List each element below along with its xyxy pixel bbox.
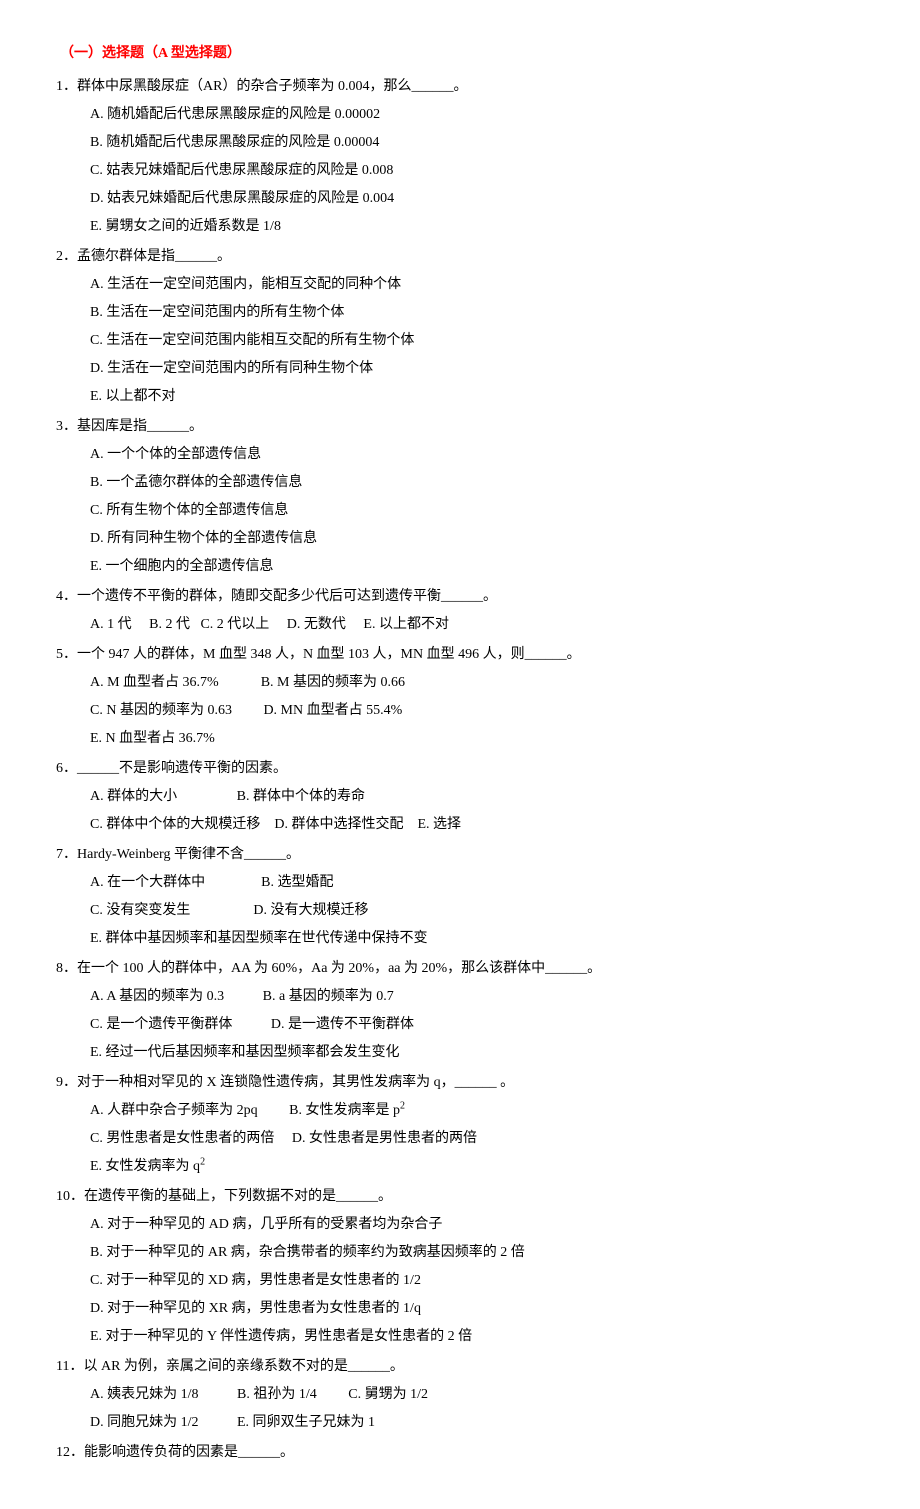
option: A. 一个个体的全部遗传信息	[90, 441, 870, 469]
option: D. 生活在一定空间范围内的所有同种生物个体	[90, 355, 870, 383]
question: 12．能影响遗传负荷的因素是______。	[50, 1439, 870, 1467]
question-stem: 3．基因库是指______。	[50, 413, 870, 441]
option: A. 对于一种罕见的 AD 病，几乎所有的受累者均为杂合子	[90, 1211, 870, 1239]
question-stem: 6．______不是影响遗传平衡的因素。	[50, 755, 870, 783]
question: 1．群体中尿黑酸尿症（AR）的杂合子频率为 0.004，那么______。A. …	[50, 73, 870, 241]
question: 8．在一个 100 人的群体中，AA 为 60%，Aa 为 20%，aa 为 2…	[50, 955, 870, 1067]
question-stem: 9．对于一种相对罕见的 X 连锁隐性遗传病，其男性发病率为 q，______ 。	[50, 1069, 870, 1097]
option: B. 随机婚配后代患尿黑酸尿症的风险是 0.00004	[90, 129, 870, 157]
question-stem: 12．能影响遗传负荷的因素是______。	[50, 1439, 870, 1467]
question-options: A. 生活在一定空间范围内，能相互交配的同种个体B. 生活在一定空间范围内的所有…	[50, 271, 870, 411]
option: A. 生活在一定空间范围内，能相互交配的同种个体	[90, 271, 870, 299]
question-stem: 8．在一个 100 人的群体中，AA 为 60%，Aa 为 20%，aa 为 2…	[50, 955, 870, 983]
option: B. 生活在一定空间范围内的所有生物个体	[90, 299, 870, 327]
question: 9．对于一种相对罕见的 X 连锁隐性遗传病，其男性发病率为 q，______ 。…	[50, 1069, 870, 1181]
question: 2．孟德尔群体是指______。A. 生活在一定空间范围内，能相互交配的同种个体…	[50, 243, 870, 411]
option: E. 舅甥女之间的近婚系数是 1/8	[90, 213, 870, 241]
question: 10．在遗传平衡的基础上，下列数据不对的是______。A. 对于一种罕见的 A…	[50, 1183, 870, 1351]
option-row: C. 是一个遗传平衡群体 D. 是一遗传不平衡群体	[90, 1011, 870, 1039]
question-options: A. 一个个体的全部遗传信息B. 一个孟德尔群体的全部遗传信息C. 所有生物个体…	[50, 441, 870, 581]
question-options: A. 1 代 B. 2 代 C. 2 代以上 D. 无数代 E. 以上都不对	[50, 611, 870, 639]
option: A. 随机婚配后代患尿黑酸尿症的风险是 0.00002	[90, 101, 870, 129]
option-row: A. 人群中杂合子频率为 2pq B. 女性发病率是 p2	[90, 1097, 870, 1125]
option: B. 对于一种罕见的 AR 病，杂合携带者的频率约为致病基因频率的 2 倍	[90, 1239, 870, 1267]
option: D. 对于一种罕见的 XR 病，男性患者为女性患者的 1/q	[90, 1295, 870, 1323]
option: D. 姑表兄妹婚配后代患尿黑酸尿症的风险是 0.004	[90, 185, 870, 213]
option-row: A. M 血型者占 36.7% B. M 基因的频率为 0.66	[90, 669, 870, 697]
option-row: E. N 血型者占 36.7%	[90, 725, 870, 753]
option-row: C. 男性患者是女性患者的两倍 D. 女性患者是男性患者的两倍	[90, 1125, 870, 1153]
question-stem: 2．孟德尔群体是指______。	[50, 243, 870, 271]
option-row: C. 群体中个体的大规模迁移 D. 群体中选择性交配 E. 选择	[90, 811, 870, 839]
question: 6．______不是影响遗传平衡的因素。A. 群体的大小 B. 群体中个体的寿命…	[50, 755, 870, 839]
question: 11．以 AR 为例，亲属之间的亲缘系数不对的是______。A. 姨表兄妹为 …	[50, 1353, 870, 1437]
option: E. 一个细胞内的全部遗传信息	[90, 553, 870, 581]
option: C. 所有生物个体的全部遗传信息	[90, 497, 870, 525]
question-options: A. 对于一种罕见的 AD 病，几乎所有的受累者均为杂合子B. 对于一种罕见的 …	[50, 1211, 870, 1351]
question-stem: 10．在遗传平衡的基础上，下列数据不对的是______。	[50, 1183, 870, 1211]
option: E. 对于一种罕见的 Y 伴性遗传病，男性患者是女性患者的 2 倍	[90, 1323, 870, 1351]
question: 5．一个 947 人的群体，M 血型 348 人，N 血型 103 人，MN 血…	[50, 641, 870, 753]
option: C. 姑表兄妹婚配后代患尿黑酸尿症的风险是 0.008	[90, 157, 870, 185]
option-row: E. 经过一代后基因频率和基因型频率都会发生变化	[90, 1039, 870, 1067]
question-options: A. A 基因的频率为 0.3 B. a 基因的频率为 0.7C. 是一个遗传平…	[50, 983, 870, 1067]
option-row: E. 女性发病率为 q2	[90, 1153, 870, 1181]
question-stem: 11．以 AR 为例，亲属之间的亲缘系数不对的是______。	[50, 1353, 870, 1381]
question: 4．一个遗传不平衡的群体，随即交配多少代后可达到遗传平衡______。A. 1 …	[50, 583, 870, 639]
question-options: A. 姨表兄妹为 1/8 B. 祖孙为 1/4 C. 舅甥为 1/2D. 同胞兄…	[50, 1381, 870, 1437]
question-options: A. 在一个大群体中 B. 选型婚配C. 没有突变发生 D. 没有大规模迁移E.…	[50, 869, 870, 953]
question-stem: 1．群体中尿黑酸尿症（AR）的杂合子频率为 0.004，那么______。	[50, 73, 870, 101]
question: 7．Hardy-Weinberg 平衡律不含______。A. 在一个大群体中 …	[50, 841, 870, 953]
option: C. 生活在一定空间范围内能相互交配的所有生物个体	[90, 327, 870, 355]
option-row: C. 没有突变发生 D. 没有大规模迁移	[90, 897, 870, 925]
question-stem: 4．一个遗传不平衡的群体，随即交配多少代后可达到遗传平衡______。	[50, 583, 870, 611]
option-row: A. 在一个大群体中 B. 选型婚配	[90, 869, 870, 897]
question-options: A. 人群中杂合子频率为 2pq B. 女性发病率是 p2C. 男性患者是女性患…	[50, 1097, 870, 1181]
questions-container: 1．群体中尿黑酸尿症（AR）的杂合子频率为 0.004，那么______。A. …	[50, 73, 870, 1467]
question-options: A. 群体的大小 B. 群体中个体的寿命C. 群体中个体的大规模迁移 D. 群体…	[50, 783, 870, 839]
option-row: E. 群体中基因频率和基因型频率在世代传递中保持不变	[90, 925, 870, 953]
section-title: （一）选择题（A 型选择题）	[60, 40, 870, 68]
question-options: A. M 血型者占 36.7% B. M 基因的频率为 0.66C. N 基因的…	[50, 669, 870, 753]
option-row: C. N 基因的频率为 0.63 D. MN 血型者占 55.4%	[90, 697, 870, 725]
option-row: A. 群体的大小 B. 群体中个体的寿命	[90, 783, 870, 811]
option: B. 一个孟德尔群体的全部遗传信息	[90, 469, 870, 497]
option-row: A. A 基因的频率为 0.3 B. a 基因的频率为 0.7	[90, 983, 870, 1011]
question: 3．基因库是指______。A. 一个个体的全部遗传信息B. 一个孟德尔群体的全…	[50, 413, 870, 581]
option-row: D. 同胞兄妹为 1/2 E. 同卵双生子兄妹为 1	[90, 1409, 870, 1437]
option: E. 以上都不对	[90, 383, 870, 411]
question-options: A. 随机婚配后代患尿黑酸尿症的风险是 0.00002B. 随机婚配后代患尿黑酸…	[50, 101, 870, 241]
option: D. 所有同种生物个体的全部遗传信息	[90, 525, 870, 553]
question-stem: 5．一个 947 人的群体，M 血型 348 人，N 血型 103 人，MN 血…	[50, 641, 870, 669]
option-row: A. 姨表兄妹为 1/8 B. 祖孙为 1/4 C. 舅甥为 1/2	[90, 1381, 870, 1409]
option: C. 对于一种罕见的 XD 病，男性患者是女性患者的 1/2	[90, 1267, 870, 1295]
question-stem: 7．Hardy-Weinberg 平衡律不含______。	[50, 841, 870, 869]
